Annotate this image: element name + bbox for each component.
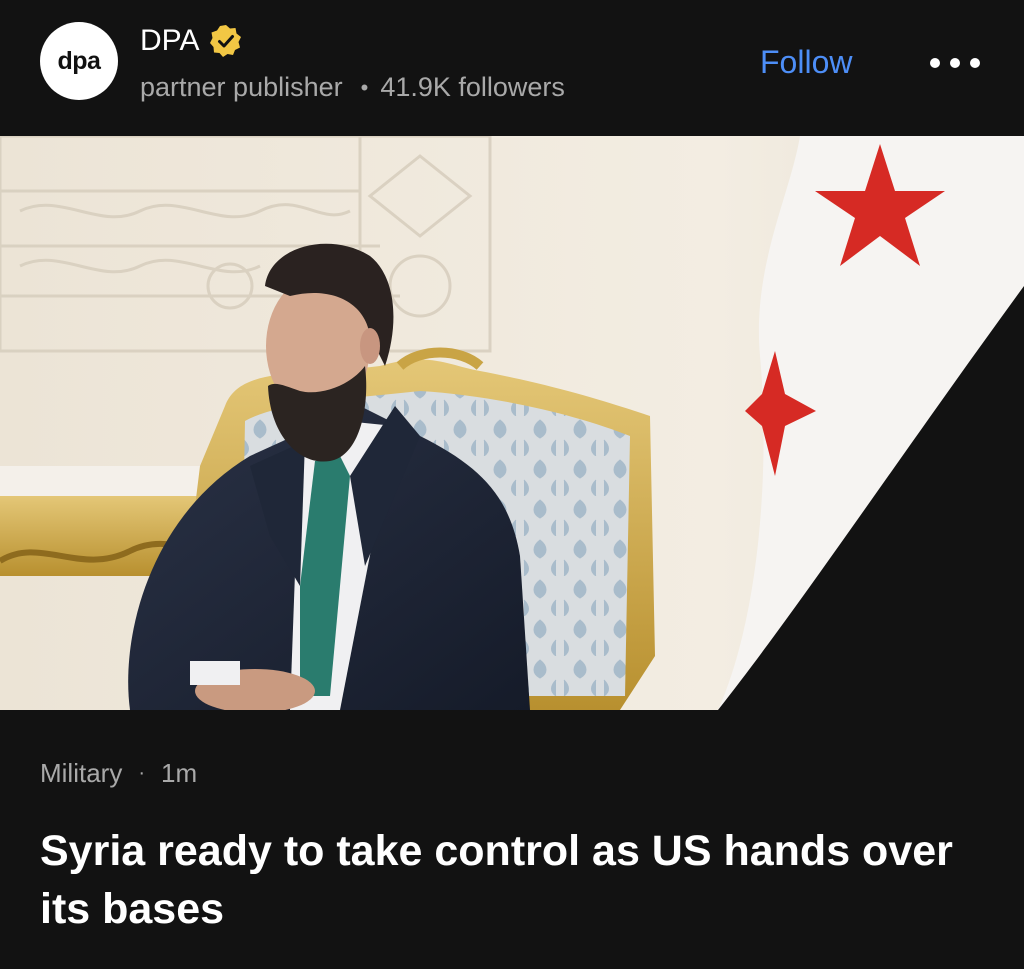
article-image[interactable] (0, 136, 1024, 710)
avatar-logo-text: dpa (57, 46, 101, 75)
meta-separator-dot: • (360, 74, 369, 100)
publisher-type: partner publisher (140, 72, 343, 102)
publisher-avatar[interactable]: dpa (40, 22, 118, 100)
follow-button[interactable]: Follow (760, 44, 852, 81)
publisher-name-row[interactable]: DPA (140, 24, 243, 58)
publisher-name[interactable]: DPA (140, 24, 199, 58)
article-timestamp: 1m (161, 758, 198, 788)
article-meta: Military · 1m (40, 758, 197, 789)
more-dot (950, 58, 960, 68)
verified-badge-icon (210, 25, 242, 57)
article-headline[interactable]: Syria ready to take control as US hands … (40, 822, 990, 938)
article-photo-illustration (0, 136, 1024, 710)
follower-count: 41.9K followers (380, 72, 565, 102)
publisher-header: dpa DPA partner publisher • 41.9K follow… (0, 0, 1024, 136)
publisher-meta: partner publisher • 41.9K followers (140, 72, 565, 103)
article-card[interactable]: Military · 1m Syria ready to take contro… (0, 710, 1024, 969)
more-options-icon[interactable] (930, 48, 980, 78)
article-category[interactable]: Military (40, 758, 122, 789)
more-dot (930, 58, 940, 68)
meta-separator-dot: · (138, 762, 146, 784)
more-dot (970, 58, 980, 68)
